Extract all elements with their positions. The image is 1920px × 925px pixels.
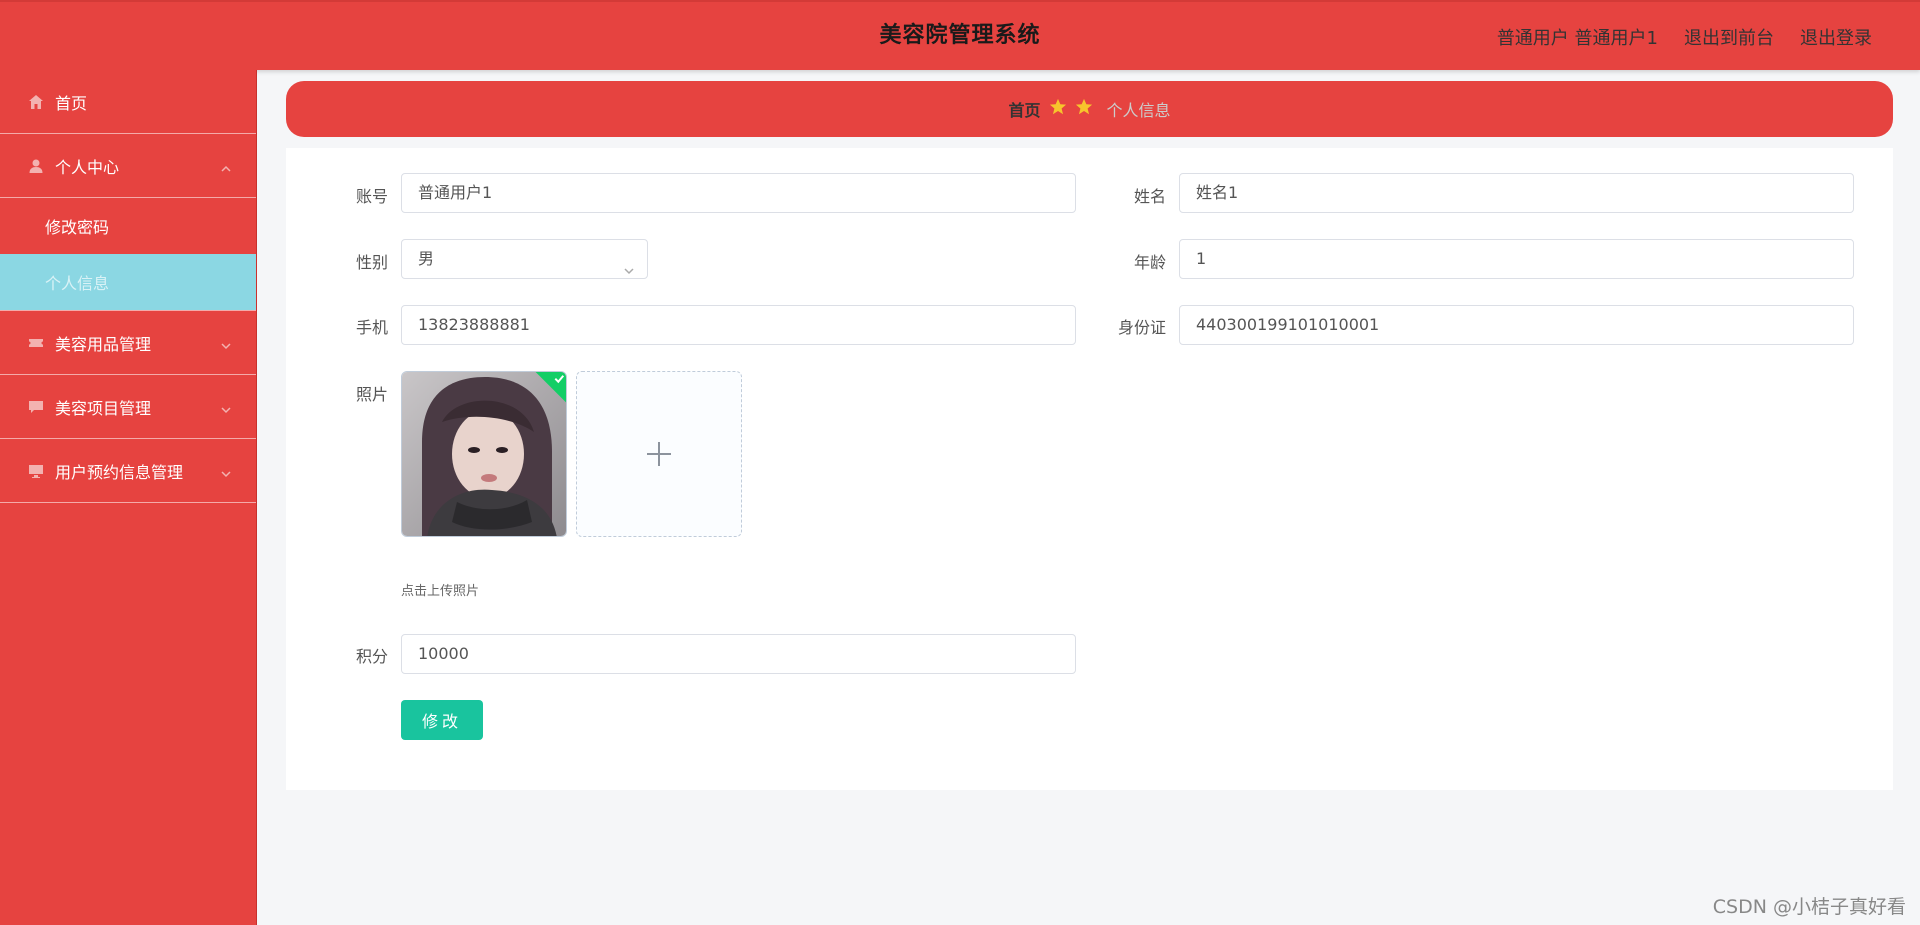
chat-icon (27, 398, 45, 416)
sidebar-item-label: 美容用品管理 (55, 334, 152, 354)
sidebar-item-beauty-projects[interactable]: 美容项目管理 (0, 375, 256, 439)
sidebar-subitem-personal-info[interactable]: 个人信息 (0, 254, 256, 310)
sidebar-subitem-change-password[interactable]: 修改密码 (0, 198, 256, 254)
sidebar-item-label: 首页 (55, 93, 88, 113)
star-icon (1075, 98, 1093, 120)
user-icon (27, 157, 45, 175)
id-card-label: 身份证 (1117, 318, 1166, 337)
sidebar-item-home[interactable]: 首页 (0, 70, 256, 134)
watermark: CSDN @小桔子真好看 (1712, 896, 1906, 918)
account-label: 账号 (355, 187, 388, 206)
upload-tip: 点击上传照片 (401, 584, 480, 599)
uploaded-photo[interactable] (401, 371, 567, 537)
user-role: 普通用户 (1496, 28, 1569, 49)
gender-select[interactable]: 男 (401, 239, 648, 279)
logout-link[interactable]: 退出登录 (1800, 24, 1872, 50)
phone-field[interactable]: 13823888881 (401, 305, 1076, 345)
submenu-personal-center: 修改密码 个人信息 (0, 198, 256, 311)
sidebar-item-label: 用户预约信息管理 (55, 462, 184, 482)
photo-label: 照片 (355, 385, 388, 404)
sidebar-item-appointments[interactable]: 用户预约信息管理 (0, 439, 256, 503)
star-icon (1049, 98, 1067, 120)
breadcrumb-current: 个人信息 (1106, 101, 1171, 120)
sidebar-item-personal-center[interactable]: 个人中心 (0, 134, 256, 198)
top-header: 美容院管理系统 普通用户 普通用户1 退出到前台 退出登录 (0, 0, 1920, 70)
sidebar-item-beauty-products[interactable]: 美容用品管理 (0, 311, 256, 375)
monitor-icon (27, 462, 45, 480)
exit-to-front-link[interactable]: 退出到前台 (1684, 24, 1774, 50)
chevron-down-icon (623, 253, 635, 275)
id-card-field[interactable]: 440300199101010001 (1179, 305, 1854, 345)
phone-label: 手机 (355, 318, 388, 337)
user-name: 普通用户1 (1574, 28, 1658, 49)
photo-upload-button[interactable] (576, 371, 742, 537)
breadcrumb-home[interactable]: 首页 (1008, 97, 1040, 121)
age-field[interactable]: 1 (1179, 239, 1854, 279)
sidebar: 首页 个人中心 修改密码 个人信息 美容用品管理 美容项目管理 用户预约信息管理 (0, 70, 257, 925)
chevron-up-icon (220, 160, 232, 172)
home-icon (27, 93, 45, 111)
chevron-down-icon (220, 401, 232, 413)
points-field[interactable]: 10000 (401, 634, 1076, 674)
name-label: 姓名 (1133, 187, 1166, 206)
sidebar-item-label: 美容项目管理 (55, 398, 152, 418)
gender-label: 性别 (355, 253, 388, 272)
check-icon (554, 375, 565, 384)
account-field[interactable]: 普通用户1 (401, 173, 1076, 213)
user-area: 普通用户 普通用户1 退出到前台 退出登录 (1497, 2, 1872, 72)
chevron-down-icon (220, 465, 232, 477)
ticket-icon (27, 334, 45, 352)
name-field[interactable]: 姓名1 (1179, 173, 1854, 213)
user-info: 普通用户 普通用户1 (1497, 24, 1658, 50)
breadcrumb: 首页 个人信息 (286, 81, 1893, 137)
profile-form-panel: 账号 普通用户1 姓名 姓名1 性别 男 年龄 1 手机 13823888881… (286, 148, 1893, 790)
gender-select-value: 男 (418, 249, 435, 268)
plus-icon (647, 442, 671, 466)
modify-button[interactable]: 修改 (401, 700, 483, 740)
photo-image (402, 372, 566, 536)
chevron-down-icon (220, 337, 232, 349)
sidebar-item-label: 个人中心 (55, 157, 120, 177)
age-label: 年龄 (1133, 253, 1166, 272)
points-label: 积分 (355, 647, 388, 666)
